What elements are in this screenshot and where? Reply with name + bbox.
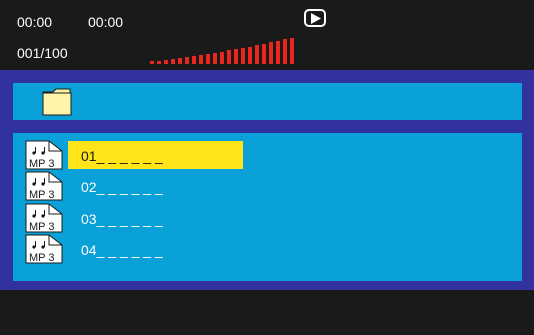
level-bar — [164, 60, 168, 64]
level-bar — [178, 58, 182, 64]
level-bar — [234, 49, 238, 64]
level-bar — [220, 52, 224, 64]
file-name: 03_ _ _ _ _ _ — [81, 211, 163, 227]
level-bar — [248, 47, 252, 64]
level-bar — [157, 61, 161, 64]
mp3-file-icon: MP 3 — [25, 140, 63, 170]
elapsed-time: 00:00 — [17, 14, 53, 30]
volume-level-meter — [150, 38, 294, 64]
file-name: 02_ _ _ _ _ _ — [81, 179, 163, 195]
mp3-file-icon: MP 3 — [25, 171, 63, 201]
current-folder-row[interactable] — [13, 83, 522, 120]
level-bar — [290, 38, 294, 64]
mp3-file-icon: MP 3 — [25, 203, 63, 233]
file-list: MP 3 01_ _ _ _ _ _ MP 3 02_ _ _ _ _ _ MP 3 03… — [13, 133, 522, 281]
play-icon — [304, 9, 326, 27]
track-counter: 001/100 — [17, 45, 68, 61]
level-bar — [255, 45, 259, 64]
level-bar — [171, 59, 175, 64]
level-bar — [185, 57, 189, 64]
folder-icon — [42, 88, 72, 116]
level-bar — [199, 55, 203, 64]
level-bar — [206, 54, 210, 64]
level-bar — [269, 42, 273, 64]
status-bar: 00:00 00:00 001/100 — [0, 0, 534, 70]
svg-text:MP 3: MP 3 — [29, 221, 54, 233]
svg-text:MP 3: MP 3 — [29, 252, 54, 264]
level-bar — [283, 39, 287, 64]
level-bar — [213, 53, 217, 64]
mp3-file-icon: MP 3 — [25, 234, 63, 264]
level-bar — [262, 44, 266, 64]
file-name: 01_ _ _ _ _ _ — [68, 141, 243, 169]
level-bar — [150, 61, 154, 64]
svg-text:MP 3: MP 3 — [29, 189, 54, 201]
level-bar — [276, 41, 280, 64]
level-bar — [192, 56, 196, 64]
file-name: 04_ _ _ _ _ _ — [81, 242, 163, 258]
svg-text:MP 3: MP 3 — [29, 158, 54, 170]
file-list-panel: MP 3 01_ _ _ _ _ _ MP 3 02_ _ _ _ _ _ MP 3 03… — [0, 130, 534, 290]
total-time: 00:00 — [88, 14, 124, 30]
level-bar — [227, 50, 231, 64]
level-bar — [241, 48, 245, 64]
folder-panel — [0, 70, 534, 130]
footer-bar — [0, 290, 534, 335]
